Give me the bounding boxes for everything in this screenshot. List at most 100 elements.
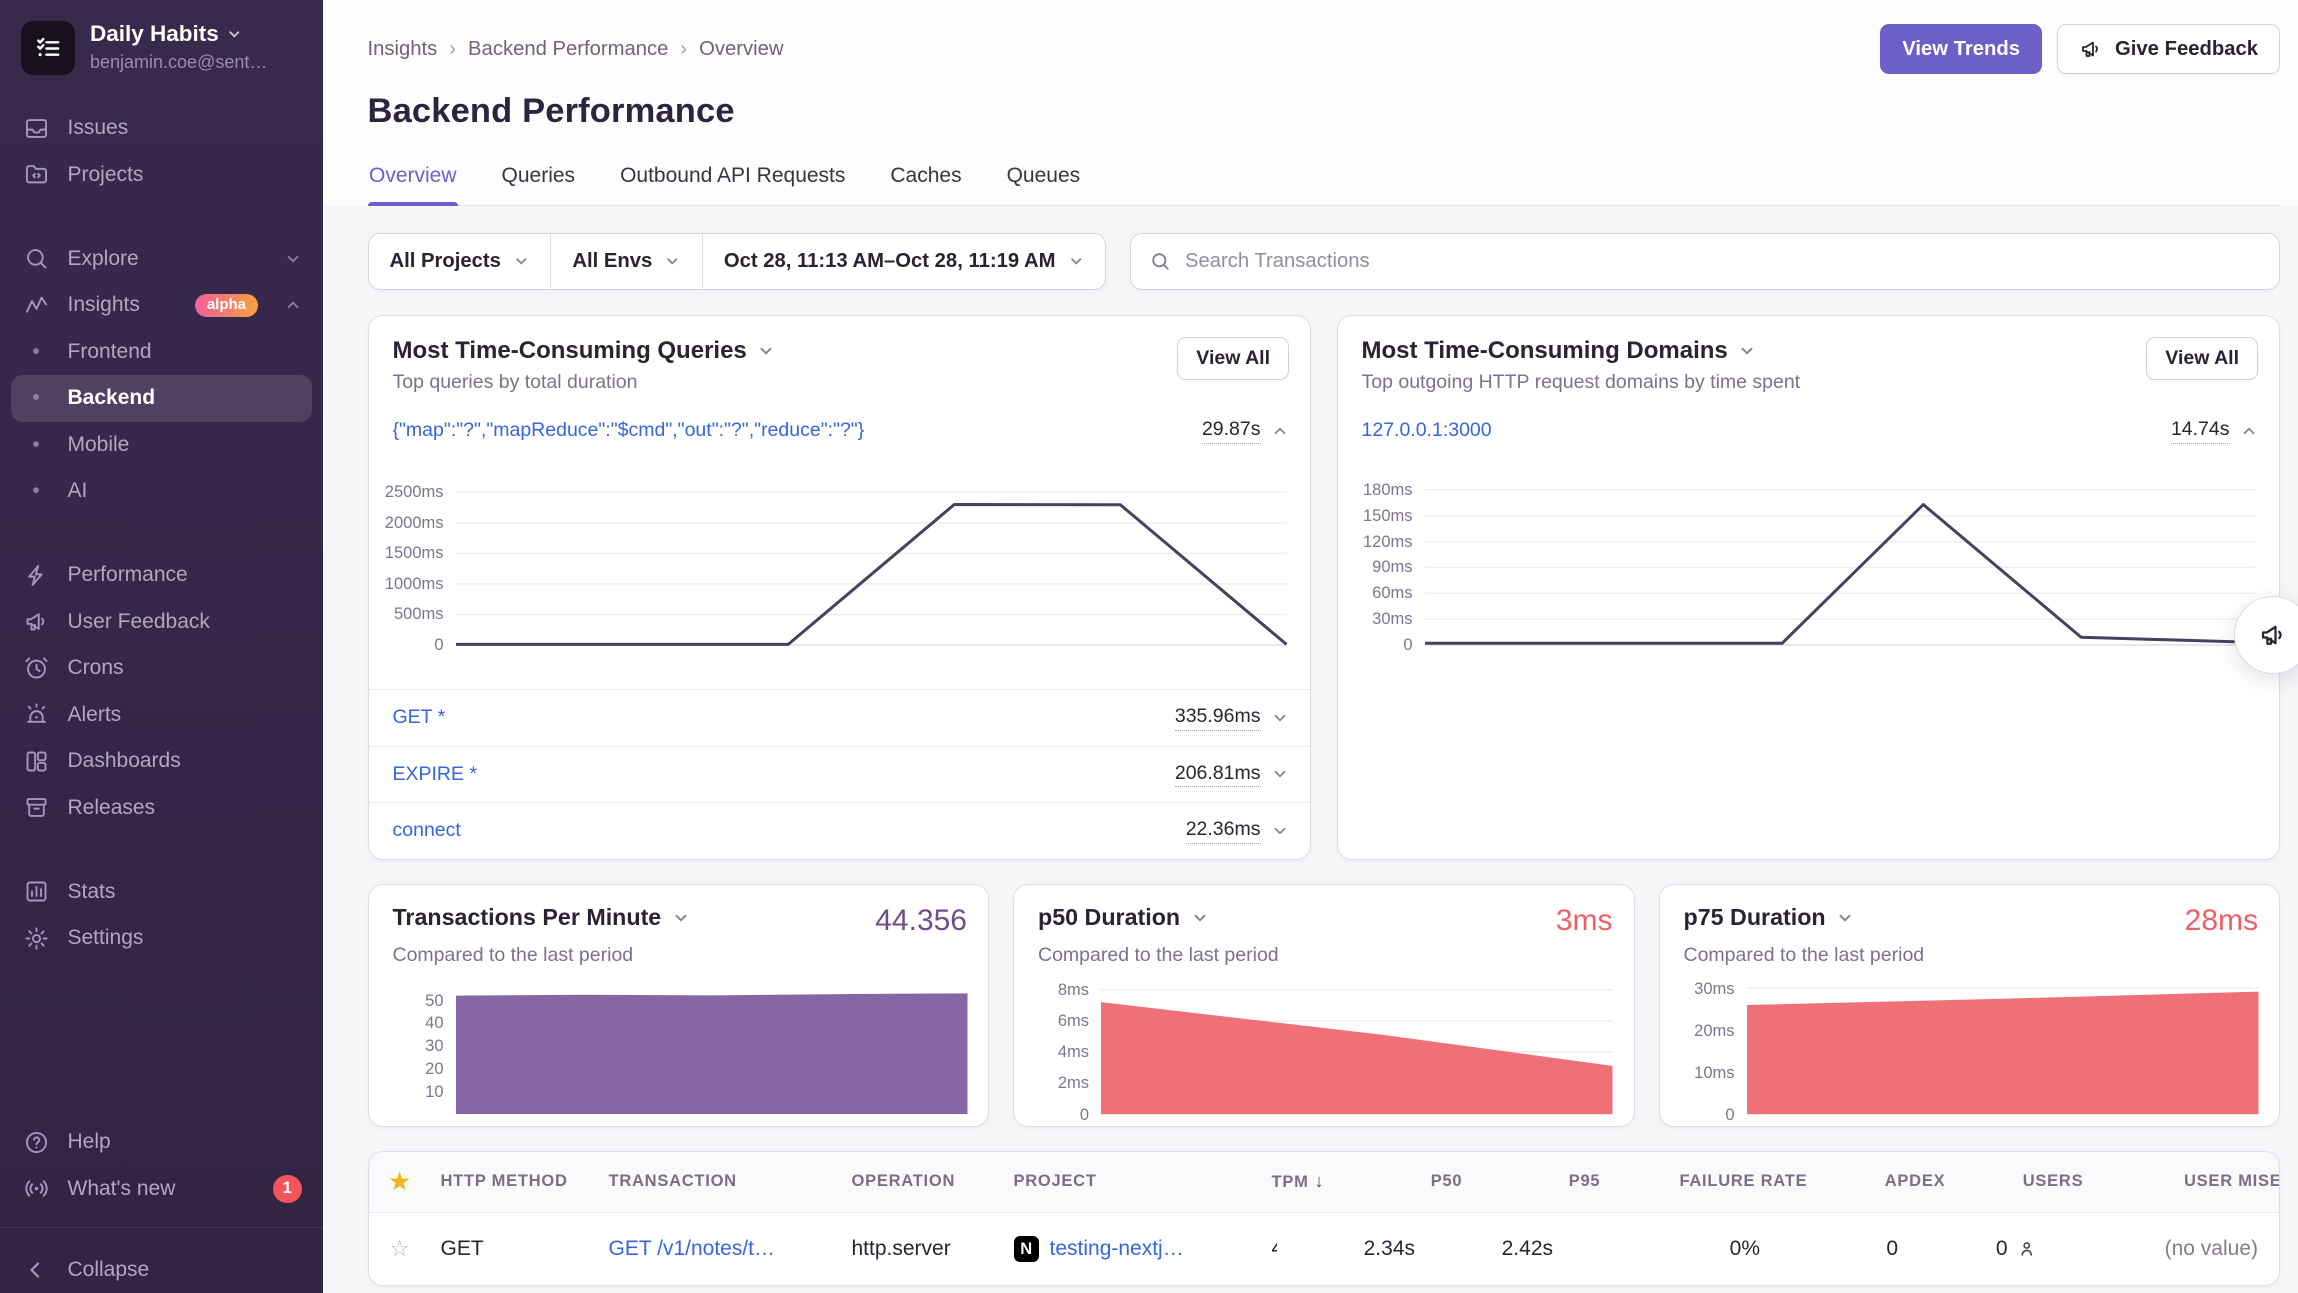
sidebar-item-projects[interactable]: Projects	[0, 152, 323, 199]
tab-caches[interactable]: Caches	[889, 158, 963, 205]
col-p50[interactable]: P50	[1324, 1172, 1462, 1191]
domain-link[interactable]: 127.0.0.1:3000	[1362, 419, 1492, 442]
metric-value: 44.356	[875, 904, 967, 938]
chevron-down-icon[interactable]	[757, 342, 775, 360]
help-icon	[21, 1129, 51, 1156]
chevron-down-icon	[284, 250, 302, 268]
breadcrumb-insights[interactable]: Insights	[368, 38, 438, 61]
breadcrumb: Insights › Backend Performance › Overvie…	[368, 38, 784, 61]
page-content: All Projects All Envs Oct 28, 11:13 AM–O…	[323, 206, 2298, 1293]
chevron-up-icon	[284, 296, 302, 314]
domain-total-toggle[interactable]: 14.74s	[2171, 418, 2258, 444]
sidebar-item-insights[interactable]: Insights alpha	[0, 282, 323, 329]
tpm-widget: Transactions Per Minute 44.356 Compared …	[368, 884, 990, 1127]
col-apdex[interactable]: APDEX	[1807, 1172, 1945, 1191]
sidebar-item-stats[interactable]: Stats	[0, 869, 323, 916]
org-avatar-icon	[21, 21, 75, 75]
tab-overview[interactable]: Overview	[368, 158, 459, 205]
col-p95[interactable]: P95	[1462, 1172, 1600, 1191]
chevron-down-icon[interactable]	[1836, 909, 1854, 927]
sidebar-item-frontend[interactable]: • Frontend	[0, 329, 323, 376]
archive-icon	[21, 794, 51, 821]
search-transactions-input[interactable]	[1185, 250, 2261, 273]
tab-queries[interactable]: Queries	[500, 158, 577, 205]
tab-bar: Overview Queries Outbound API Requests C…	[368, 158, 2281, 206]
date-range-filter[interactable]: Oct 28, 11:13 AM–Oct 28, 11:19 AM	[702, 234, 1105, 289]
cell-http-method: GET	[441, 1237, 609, 1261]
sidebar-item-issues[interactable]: Issues	[0, 105, 323, 152]
p50-chart: 8ms6ms4ms2ms0	[1023, 982, 1613, 1114]
chevron-down-icon[interactable]	[672, 909, 690, 927]
query-total-toggle[interactable]: 335.96ms	[1175, 705, 1289, 731]
sidebar-item-ai[interactable]: • AI	[0, 468, 323, 515]
sidebar-item-alerts[interactable]: Alerts	[0, 692, 323, 739]
breadcrumb-overview[interactable]: Overview	[699, 38, 783, 61]
cell-project: N testing-nextj…	[1014, 1236, 1272, 1262]
domains-view-all-button[interactable]: View All	[2146, 337, 2258, 380]
cell-project-link[interactable]: testing-nextj…	[1050, 1237, 1184, 1261]
broadcast-icon	[21, 1175, 51, 1202]
col-user-misery[interactable]: USER MISERY	[2083, 1172, 2280, 1191]
query-link[interactable]: EXPIRE *	[393, 763, 478, 786]
sidebar-item-mobile[interactable]: • Mobile	[0, 422, 323, 469]
tab-outbound-api-requests[interactable]: Outbound API Requests	[619, 158, 847, 205]
query-total-toggle[interactable]: 206.81ms	[1175, 762, 1289, 788]
col-users[interactable]: USERS	[1945, 1172, 2083, 1191]
view-trends-button[interactable]: View Trends	[1880, 24, 2042, 74]
sidebar-item-releases[interactable]: Releases	[0, 785, 323, 832]
star-icon[interactable]: ★	[390, 1169, 441, 1195]
queries-view-all-button[interactable]: View All	[1177, 337, 1289, 380]
query-total-toggle[interactable]: 29.87s	[1202, 418, 1289, 444]
sidebar-collapse-button[interactable]: Collapse	[0, 1227, 323, 1293]
query-link[interactable]: GET *	[393, 706, 446, 729]
chevron-up-icon	[1271, 422, 1289, 440]
breadcrumb-separator: ›	[449, 38, 456, 61]
metric-title: p50 Duration	[1038, 904, 1180, 931]
sidebar-item-performance[interactable]: Performance	[0, 552, 323, 599]
chevron-down-icon[interactable]	[1738, 342, 1756, 360]
sidebar-item-backend[interactable]: • Backend	[11, 375, 313, 422]
page-header: Insights › Backend Performance › Overvie…	[323, 0, 2298, 206]
col-http-method[interactable]: HTTP METHOD	[441, 1172, 609, 1191]
metric-subtitle: Compared to the last period	[369, 944, 989, 967]
environment-filter[interactable]: All Envs	[550, 234, 701, 289]
sidebar-item-explore[interactable]: Explore	[0, 236, 323, 283]
metric-subtitle: Compared to the last period	[1014, 944, 1634, 967]
p75-duration-widget: p75 Duration 28ms Compared to the last p…	[1659, 884, 2281, 1127]
sidebar-item-crons[interactable]: Crons	[0, 645, 323, 692]
sidebar-item-user-feedback[interactable]: User Feedback	[0, 599, 323, 646]
chevron-down-icon	[1271, 709, 1289, 727]
sidebar-item-dashboards[interactable]: Dashboards	[0, 738, 323, 785]
panel-title: Most Time-Consuming Domains	[1362, 337, 1728, 365]
metric-value: 28ms	[2185, 904, 2258, 938]
search-icon	[1149, 250, 1172, 273]
chevron-down-icon[interactable]	[1191, 909, 1209, 927]
cell-transaction-link[interactable]: GET /v1/notes/t…	[609, 1237, 852, 1261]
org-switcher[interactable]: Daily Habits benjamin.coe@sent…	[0, 0, 323, 90]
bullet-icon: •	[21, 386, 51, 410]
give-feedback-button[interactable]: Give Feedback	[2057, 24, 2280, 74]
col-tpm[interactable]: TPM↓	[1272, 1171, 1325, 1192]
query-link[interactable]: connect	[393, 819, 461, 842]
col-project[interactable]: PROJECT	[1014, 1172, 1272, 1191]
bullet-icon: •	[21, 433, 51, 457]
query-row-expanded: {"map":"?","mapReduce":"$cmd","out":"?",…	[369, 403, 1311, 459]
col-transaction[interactable]: TRANSACTION	[609, 1172, 852, 1191]
query-total-toggle[interactable]: 22.36ms	[1186, 818, 1289, 844]
query-link[interactable]: {"map":"?","mapReduce":"$cmd","out":"?",…	[393, 419, 865, 442]
breadcrumb-backend-performance[interactable]: Backend Performance	[468, 38, 668, 61]
star-toggle-icon[interactable]: ☆	[390, 1236, 441, 1262]
cell-operation: http.server	[852, 1237, 1014, 1261]
query-row: EXPIRE * 206.81ms	[369, 746, 1311, 803]
project-filter[interactable]: All Projects	[369, 234, 551, 289]
col-failure-rate[interactable]: FAILURE RATE	[1600, 1172, 1807, 1191]
tab-queues[interactable]: Queues	[1005, 158, 1082, 205]
main-content: Insights › Backend Performance › Overvie…	[323, 0, 2298, 1293]
sidebar-item-help[interactable]: Help	[0, 1119, 323, 1166]
sidebar-item-settings[interactable]: Settings	[0, 915, 323, 962]
tpm-chart: 5040302010	[378, 982, 968, 1114]
chevron-down-icon	[1068, 253, 1085, 270]
sidebar-item-whats-new[interactable]: What's new 1	[0, 1166, 323, 1213]
col-operation[interactable]: OPERATION	[852, 1172, 1014, 1191]
transactions-table: ★ HTTP METHOD TRANSACTION OPERATION PROJ…	[368, 1151, 2281, 1287]
